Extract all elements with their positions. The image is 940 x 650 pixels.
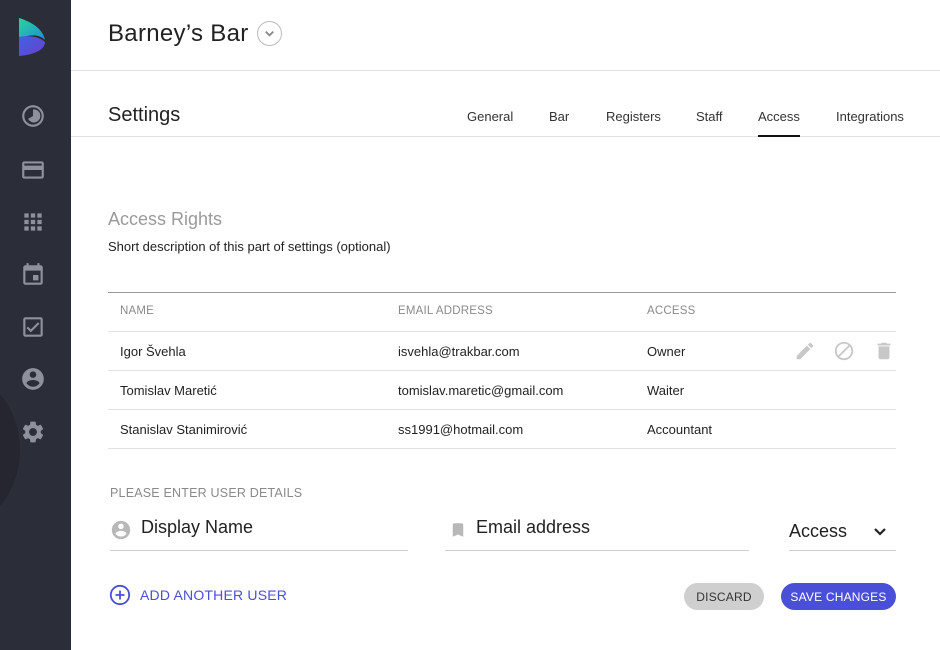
section-title: Access Rights <box>108 209 223 229</box>
add-another-user-label: ADD ANOTHER USER <box>140 587 288 603</box>
user-email: tomislav.maretic@gmail.com <box>398 383 564 398</box>
discard-button[interactable]: DISCARD <box>684 583 764 610</box>
venue-title: Barney’s Bar <box>108 20 249 47</box>
add-another-user-button[interactable]: ADD ANOTHER USER <box>109 584 287 606</box>
block-icon[interactable] <box>833 340 857 364</box>
user-email: isvehla@trakbar.com <box>398 344 520 359</box>
row-actions <box>786 340 896 364</box>
settings-gear-icon[interactable] <box>19 418 47 446</box>
tab-general[interactable]: General <box>467 109 513 137</box>
user-access: Owner <box>647 344 686 359</box>
apps-grid-icon[interactable] <box>19 208 47 236</box>
chevron-down-icon <box>265 30 274 37</box>
add-circle-icon <box>109 584 131 606</box>
venue-dropdown-button[interactable] <box>257 21 282 46</box>
table-row[interactable]: Stanislav Stanimirović ss1991@hotmail.co… <box>108 410 896 449</box>
table-row[interactable]: Igor Švehla isvehla@trakbar.com Owner <box>108 332 896 371</box>
settings-header: Settings General Bar Registers Staff Acc… <box>71 71 940 137</box>
table-row[interactable]: Tomislav Maretić tomislav.maretic@gmail.… <box>108 371 896 410</box>
user-name: Tomislav Maretić <box>120 383 217 398</box>
top-header: Barney’s Bar <box>71 0 940 71</box>
email-input[interactable] <box>476 517 716 538</box>
tab-bar[interactable]: Bar <box>549 109 569 137</box>
table-header: NAME EMAIL ADDRESS ACCESS <box>108 293 896 332</box>
section-description: Short description of this part of settin… <box>108 239 391 254</box>
new-user-form-label: PLEASE ENTER USER DETAILS <box>110 486 303 500</box>
checkbox-icon[interactable] <box>19 313 47 341</box>
display-name-field[interactable] <box>110 513 408 551</box>
app-logo-icon[interactable] <box>17 17 47 57</box>
save-changes-button[interactable]: SAVE CHANGES <box>781 583 896 610</box>
email-field[interactable] <box>445 513 749 551</box>
delete-trash-icon[interactable] <box>873 340 897 364</box>
credit-card-icon[interactable] <box>19 156 47 184</box>
bookmark-icon <box>449 519 471 541</box>
access-select-value: Access <box>789 521 848 541</box>
account-icon[interactable] <box>19 365 47 393</box>
user-access: Waiter <box>647 383 685 398</box>
dashboard-icon[interactable] <box>19 102 47 130</box>
display-name-input[interactable] <box>141 517 381 538</box>
user-name: Stanislav Stanimirović <box>120 422 248 437</box>
column-header-access[interactable]: ACCESS <box>647 305 696 317</box>
chevron-down-icon <box>874 528 886 536</box>
sidebar-decoration <box>0 370 20 530</box>
column-header-email[interactable]: EMAIL ADDRESS <box>398 305 493 317</box>
tab-registers[interactable]: Registers <box>606 109 661 137</box>
calendar-icon[interactable] <box>19 261 47 289</box>
user-name: Igor Švehla <box>120 344 186 359</box>
page-title: Settings <box>108 104 181 126</box>
person-icon <box>110 519 132 541</box>
user-email: ss1991@hotmail.com <box>398 422 524 437</box>
tab-access[interactable]: Access <box>758 109 800 137</box>
user-access: Accountant <box>647 422 713 437</box>
tab-integrations[interactable]: Integrations <box>836 109 904 137</box>
users-table: NAME EMAIL ADDRESS ACCESS Igor Švehla is… <box>108 292 896 449</box>
tab-staff[interactable]: Staff <box>696 109 723 137</box>
edit-pencil-icon[interactable] <box>794 340 818 364</box>
access-select[interactable]: Access <box>789 513 896 551</box>
column-header-name[interactable]: NAME <box>120 305 154 317</box>
sidebar <box>0 0 71 650</box>
